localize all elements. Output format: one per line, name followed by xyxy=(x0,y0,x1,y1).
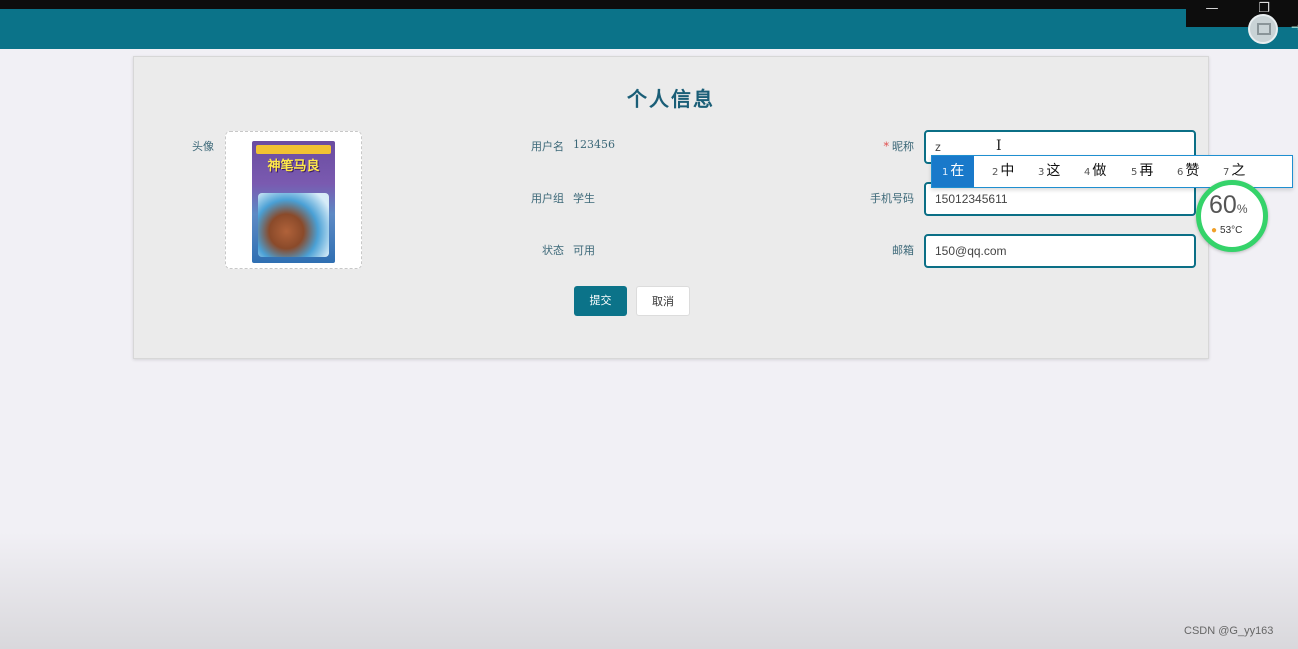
cpu-percent: 60% xyxy=(1209,191,1248,219)
arrow-icon[interactable]: → xyxy=(1291,20,1298,34)
profile-card: 个人信息 头像 神笔马良 用户名 123456 用户组 学生 状态 可用 * 昵称… xyxy=(133,56,1209,359)
window-controls: — ❐ xyxy=(1186,0,1298,27)
book-illustration xyxy=(258,193,329,257)
username-value: 123456 xyxy=(573,138,615,151)
ime-candidate-2[interactable]: 2中 xyxy=(992,156,1014,187)
avatar-label: 头像 xyxy=(192,140,214,153)
username-label: 用户名 xyxy=(531,140,564,153)
ime-candidate-4[interactable]: 4做 xyxy=(1084,156,1106,187)
ime-candidate-5[interactable]: 5再 xyxy=(1131,156,1153,187)
minimize-button[interactable]: — xyxy=(1188,0,1236,20)
group-label: 用户组 xyxy=(531,192,564,205)
image-icon xyxy=(1257,23,1271,35)
phone-label: 手机号码 xyxy=(870,192,914,205)
nickname-label-text: 昵称 xyxy=(892,140,914,153)
avatar-upload[interactable]: 神笔马良 xyxy=(225,131,362,269)
temperature-readout: ● 53°C xyxy=(1211,225,1243,236)
status-label: 状态 xyxy=(542,244,564,257)
watermark: CSDN @G_yy163 xyxy=(1184,625,1274,637)
cancel-button[interactable]: 取消 xyxy=(636,286,690,316)
submit-button[interactable]: 提交 xyxy=(574,286,627,316)
ime-candidate-3[interactable]: 3这 xyxy=(1038,156,1060,187)
book-band xyxy=(256,145,331,154)
cpu-usage-widget[interactable]: 60% ● 53°C xyxy=(1196,180,1268,252)
status-value: 可用 xyxy=(573,244,595,257)
required-marker: * xyxy=(883,140,890,153)
avatar-image: 神笔马良 xyxy=(252,141,335,263)
text-cursor-icon: I xyxy=(996,138,1002,154)
ime-candidate-1[interactable]: 1在 xyxy=(932,156,975,187)
flame-icon: ● xyxy=(1211,225,1218,236)
title-strip xyxy=(0,0,1298,9)
email-label: 邮箱 xyxy=(892,244,914,257)
user-avatar[interactable] xyxy=(1248,14,1278,44)
app-header xyxy=(0,9,1298,49)
page-title: 个人信息 xyxy=(627,87,715,111)
email-input[interactable]: 150@qq.com xyxy=(924,234,1196,268)
book-title: 神笔马良 xyxy=(267,159,320,174)
nickname-label: * 昵称 xyxy=(834,138,915,154)
group-value: 学生 xyxy=(573,192,595,205)
ime-candidate-6[interactable]: 6赞 xyxy=(1177,156,1199,187)
